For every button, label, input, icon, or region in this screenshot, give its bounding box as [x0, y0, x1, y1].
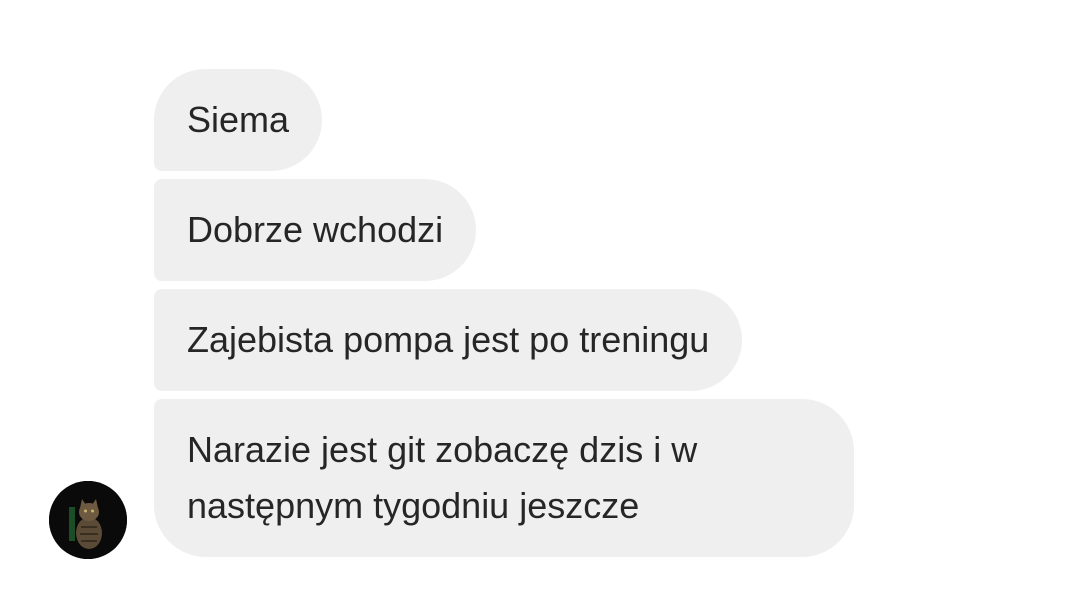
message-bubble[interactable]: Dobrze wchodzi — [154, 179, 477, 281]
message-text: Siema — [187, 99, 290, 140]
message-text: Dobrze wchodzi — [187, 209, 444, 250]
cat-avatar-icon — [49, 481, 127, 559]
message-text: Zajebista pompa jest po treningu — [187, 319, 710, 360]
message-bubble[interactable]: Zajebista pompa jest po treningu — [154, 289, 743, 391]
message-bubble[interactable]: Narazie jest git zobaczę dzis i w następ… — [154, 399, 854, 557]
sender-avatar[interactable] — [49, 481, 127, 559]
message-text: Narazie jest git zobaczę dzis i w następ… — [187, 429, 698, 526]
message-bubble[interactable]: Siema — [154, 69, 323, 171]
